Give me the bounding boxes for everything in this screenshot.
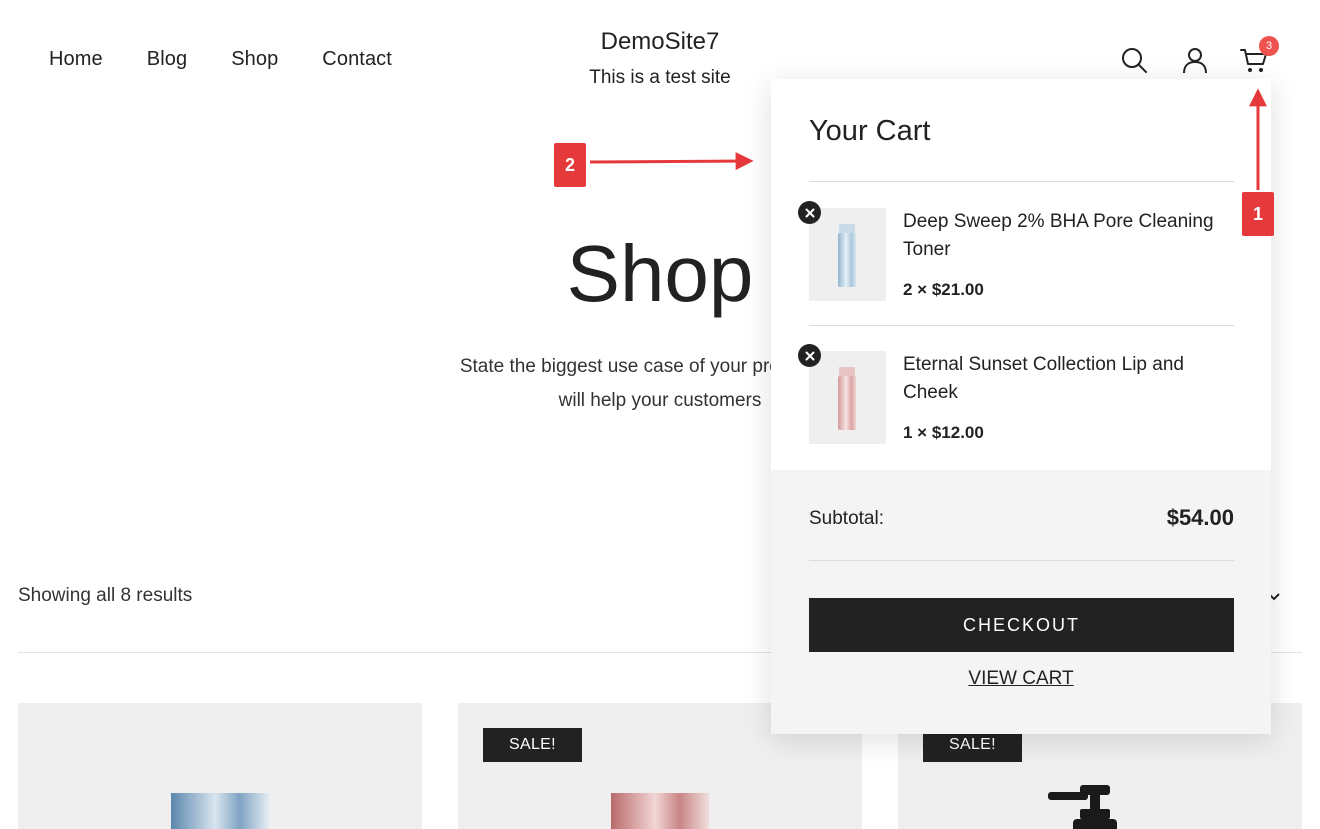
close-icon xyxy=(805,208,814,217)
cart-item-thumbnail[interactable] xyxy=(809,351,886,444)
cart-dropdown: Your Cart Deep Sweep 2% BHA Pore Cleanin… xyxy=(771,79,1271,734)
remove-item-button[interactable] xyxy=(798,344,821,367)
cart-divider xyxy=(809,325,1234,326)
search-icon[interactable] xyxy=(1120,46,1148,74)
cart-divider xyxy=(809,181,1234,182)
remove-item-button[interactable] xyxy=(798,201,821,224)
close-icon xyxy=(805,351,814,360)
cart-item-name[interactable]: Deep Sweep 2% BHA Pore Cleaning Toner xyxy=(903,208,1233,264)
product-image xyxy=(611,793,709,829)
annotation-marker-2: 2 xyxy=(554,143,586,187)
cart-item: Eternal Sunset Collection Lip and Cheek … xyxy=(798,344,1234,451)
cart-count-badge: 3 xyxy=(1259,36,1279,56)
cart-item-qty-price: 1 × $12.00 xyxy=(903,423,984,442)
results-count: Showing all 8 results xyxy=(18,585,193,606)
cart-item: Deep Sweep 2% BHA Pore Cleaning Toner 2 … xyxy=(798,201,1234,308)
product-image xyxy=(171,793,269,829)
annotation-marker-1: 1 xyxy=(1242,192,1274,236)
subtotal-value: $54.00 xyxy=(1166,505,1234,530)
cart-footer: Subtotal: $54.00 CHECKOUT VIEW CART xyxy=(771,470,1271,734)
toner-bottle-image xyxy=(838,224,856,287)
pump-bottle-image xyxy=(1048,785,1117,829)
cart-item-name[interactable]: Eternal Sunset Collection Lip and Cheek xyxy=(903,351,1233,407)
cart-item-qty-price: 2 × $21.00 xyxy=(903,280,984,299)
cart-divider xyxy=(809,560,1234,561)
subtotal-label: Subtotal: xyxy=(809,508,884,529)
checkout-button[interactable]: CHECKOUT xyxy=(809,598,1234,652)
account-icon[interactable] xyxy=(1181,46,1209,74)
annotation-arrow-2 xyxy=(589,152,754,171)
lip-cheek-bottle-image xyxy=(838,367,856,430)
view-cart-link[interactable]: VIEW CART xyxy=(771,668,1271,690)
cart-title: Your Cart xyxy=(809,115,931,147)
product-card[interactable] xyxy=(18,703,422,829)
cart-item-thumbnail[interactable] xyxy=(809,208,886,301)
sale-badge: SALE! xyxy=(483,728,582,762)
